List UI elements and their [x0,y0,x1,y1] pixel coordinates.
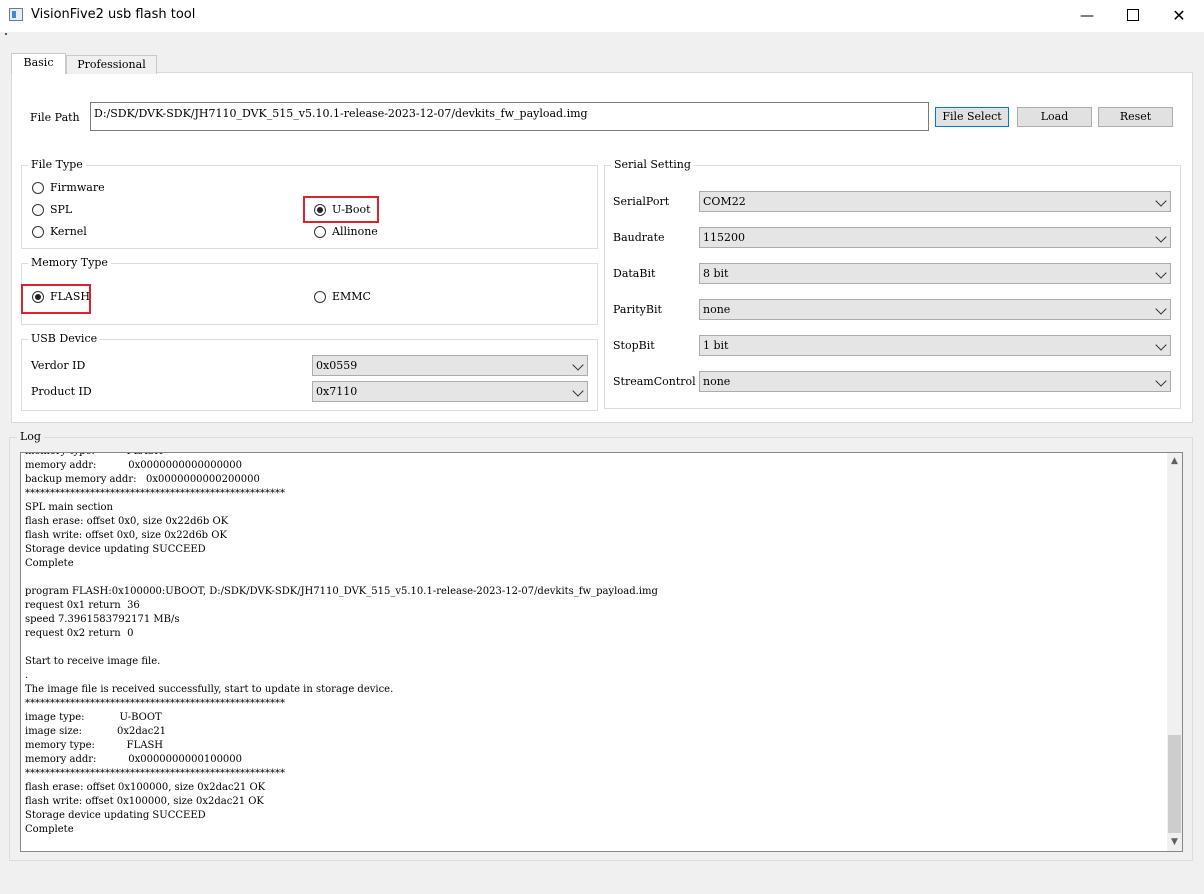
select-value: none [703,303,731,316]
uboot-highlight-box [303,196,379,223]
chevron-down-icon [1155,339,1167,351]
vendor-id-label: Verdor ID [31,359,86,372]
file-path-input[interactable]: D:/SDK/DVK-SDK/JH7110_DVK_515_v5.10.1-re… [90,102,929,131]
reset-button[interactable]: Reset [1098,107,1173,127]
product-id-label: Product ID [31,385,92,398]
serialport-select[interactable]: COM22 [699,191,1171,212]
radio-circle [32,182,44,194]
streamcontrol-select[interactable]: none [699,371,1171,392]
radio-circle [32,226,44,238]
memory-type-title: Memory Type [28,256,111,269]
log-text: memory type: FLASH memory addr: 0x000000… [25,453,658,835]
select-value: 0x0559 [316,359,358,372]
close-button[interactable]: ✕ [1156,0,1202,32]
minimize-button[interactable]: — [1064,0,1110,32]
select-value: 1 bit [703,339,729,352]
file-path-label: File Path [30,111,80,124]
baudrate-label: Baudrate [613,231,665,244]
radio-label: Kernel [50,225,87,238]
log-title: Log [17,430,44,443]
chevron-down-icon [1155,303,1167,315]
resize-grip-mark [5,33,7,35]
select-value: COM22 [703,195,746,208]
app-icon [9,8,23,21]
radio-label: SPL [50,203,73,216]
maximize-icon [1127,9,1139,21]
chevron-down-icon [1155,231,1167,243]
paritybit-label: ParityBit [613,303,662,316]
select-value: none [703,375,731,388]
radio-label: EMMC [332,290,371,303]
streamcontrol-label: StreamControl [613,375,696,388]
select-value: 0x7110 [316,385,358,398]
select-value: 8 bit [703,267,729,280]
radio-circle [32,204,44,216]
log-textarea[interactable]: memory type: FLASH memory addr: 0x000000… [20,452,1183,852]
flash-highlight-box [21,284,91,314]
scrollbar-thumb[interactable] [1168,735,1181,833]
databit-label: DataBit [613,267,656,280]
chevron-down-icon [1155,375,1167,387]
product-id-select[interactable]: 0x7110 [312,381,588,402]
databit-select[interactable]: 8 bit [699,263,1171,284]
window-title: VisionFive2 usb flash tool [31,7,196,22]
tab-basic[interactable]: Basic [11,53,66,74]
serial-setting-title: Serial Setting [611,158,694,171]
tab-professional[interactable]: Professional [66,55,157,74]
radio-label: Allinone [332,225,378,238]
radio-label: Firmware [50,181,105,194]
stopbit-select[interactable]: 1 bit [699,335,1171,356]
chevron-down-icon [572,359,584,371]
file-select-button[interactable]: File Select [935,107,1009,127]
radio-circle [314,226,326,238]
file-type-title: File Type [28,158,86,171]
scroll-up-icon[interactable]: ▲ [1167,453,1182,470]
serialport-label: SerialPort [613,195,670,208]
usb-device-title: USB Device [28,332,101,345]
memory-type-group [21,263,598,325]
select-value: 115200 [703,231,745,244]
maximize-button[interactable] [1110,0,1156,32]
stopbit-label: StopBit [613,339,655,352]
radio-circle [314,291,326,303]
load-button[interactable]: Load [1017,107,1092,127]
chevron-down-icon [1155,195,1167,207]
scroll-down-icon[interactable]: ▼ [1167,834,1182,851]
chevron-down-icon [1155,267,1167,279]
paritybit-select[interactable]: none [699,299,1171,320]
baudrate-select[interactable]: 115200 [699,227,1171,248]
vendor-id-select[interactable]: 0x0559 [312,355,588,376]
chevron-down-icon [572,385,584,397]
